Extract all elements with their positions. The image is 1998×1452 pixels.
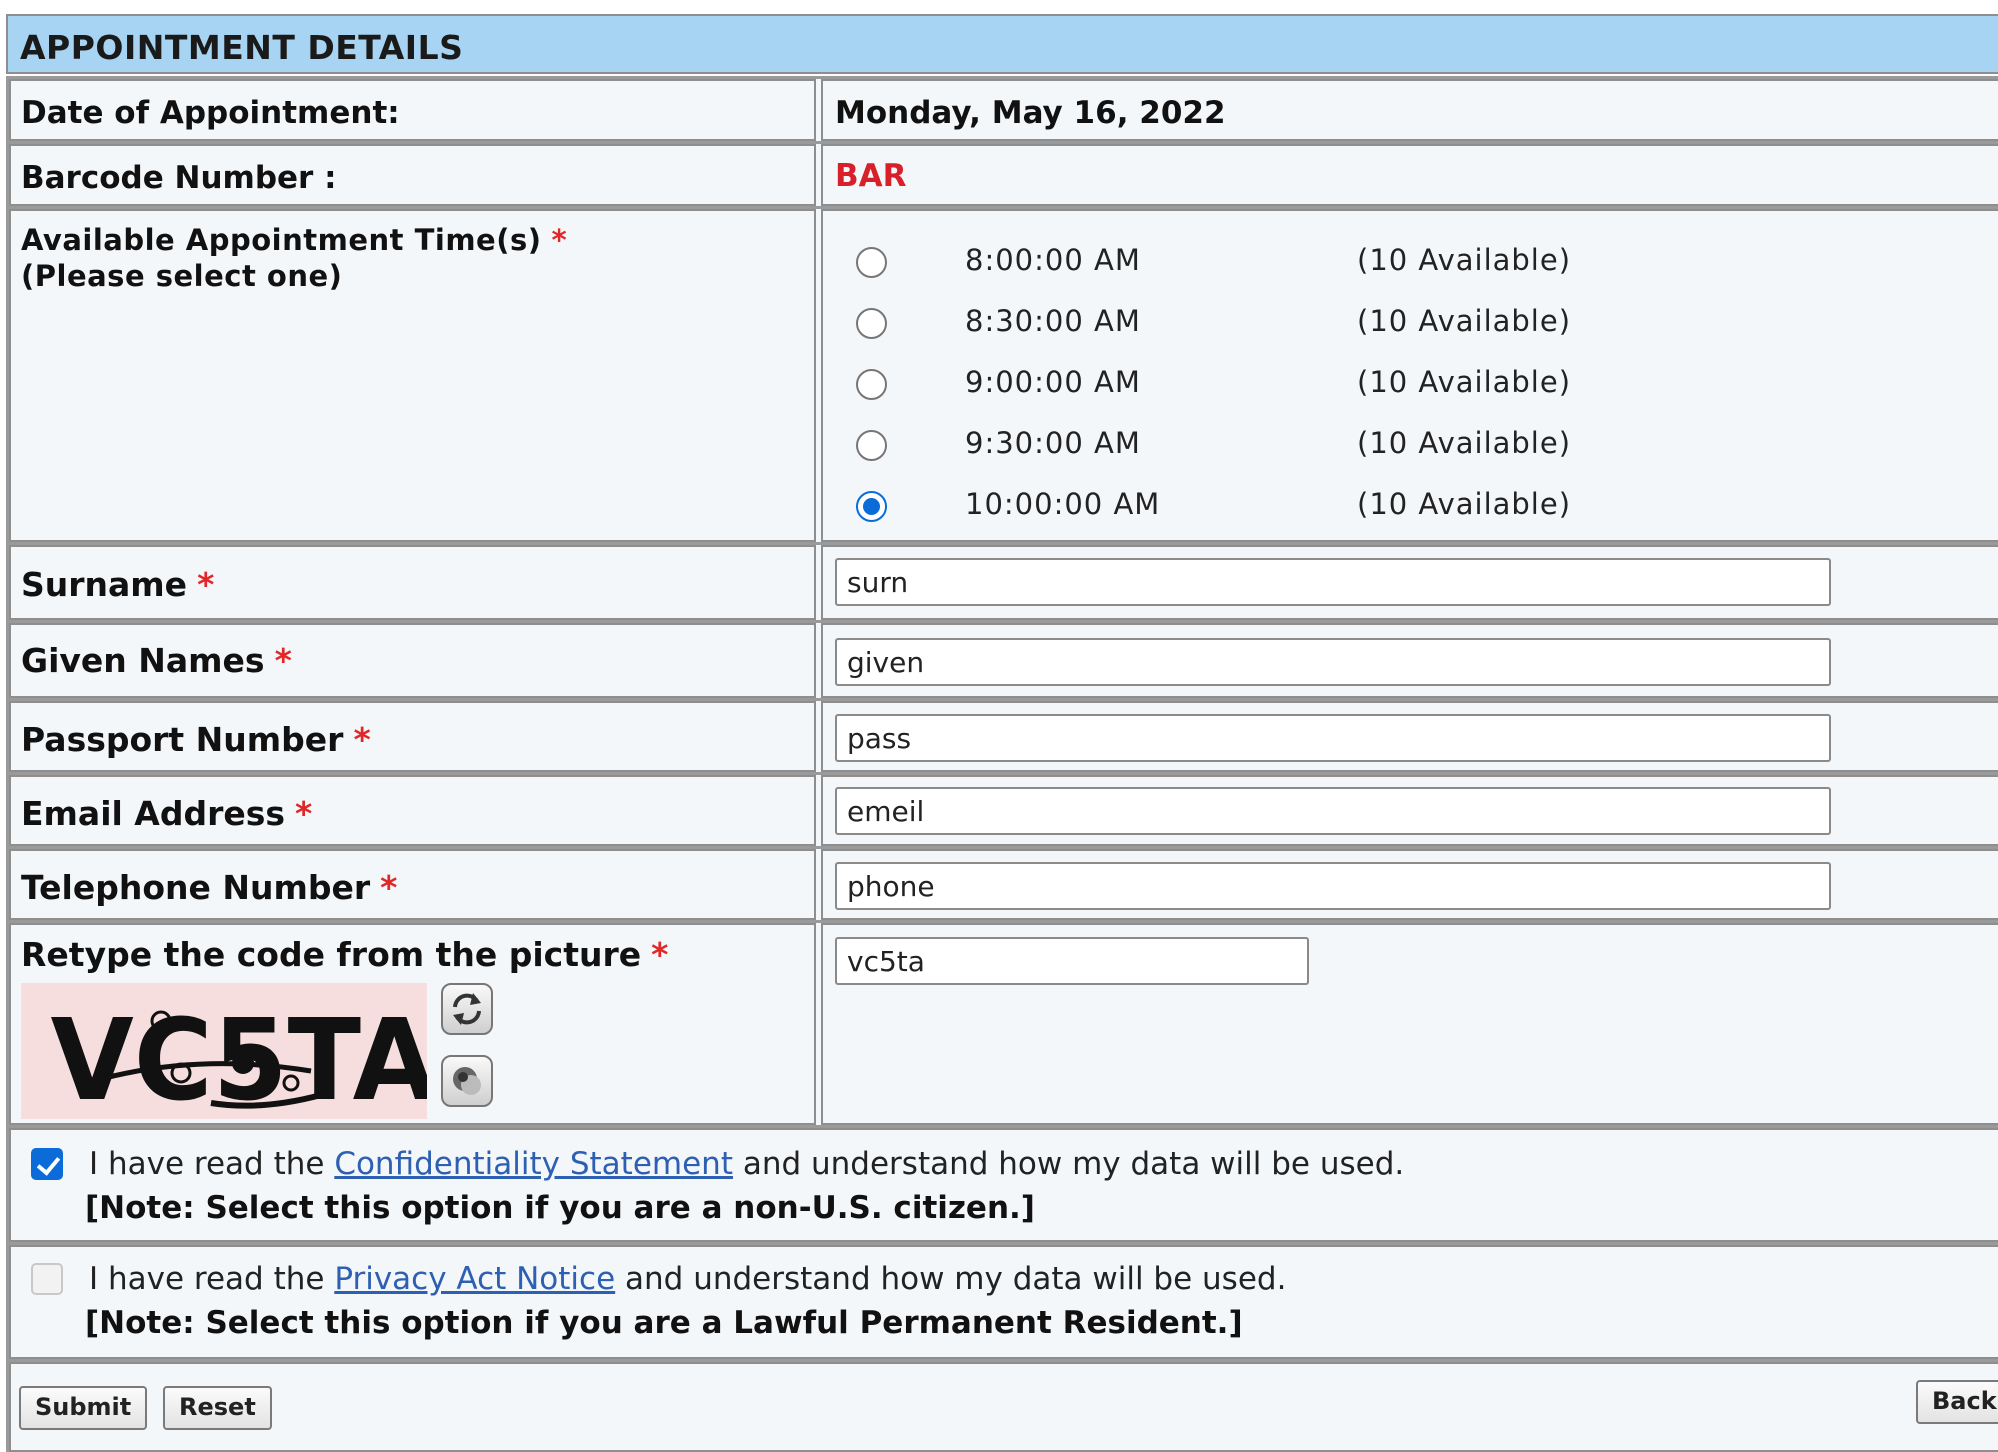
captcha-row: Retype the code from the picture * VC5TA	[6, 920, 1998, 1126]
given-names-label: Given Names *	[21, 641, 292, 680]
time-slot-radio[interactable]	[856, 369, 887, 400]
captcha-image-graphic: VC5TA	[51, 996, 436, 1126]
privacy-checkbox[interactable]	[31, 1263, 63, 1295]
privacy-row: I have read the Privacy Act Notice and u…	[6, 1242, 1998, 1359]
refresh-captcha-icon[interactable]	[441, 983, 493, 1035]
barcode-label: Barcode Number :	[21, 160, 337, 196]
barcode-row: Barcode Number : BAR	[6, 141, 1998, 206]
date-row: Date of Appointment: Monday, May 16, 202…	[6, 76, 1998, 141]
times-sublabel: (Please select one)	[21, 259, 343, 293]
section-title: APPOINTMENT DETAILS	[20, 28, 464, 67]
time-slot[interactable]: 10:00:00 AM (10 Available)	[823, 485, 1723, 541]
audio-captcha-icon[interactable]	[441, 1055, 493, 1107]
privacy-act-link[interactable]: Privacy Act Notice	[334, 1261, 615, 1297]
surname-input[interactable]	[835, 558, 1831, 606]
barcode-value: BAR	[835, 158, 907, 194]
passport-input[interactable]	[835, 714, 1831, 762]
telephone-label: Telephone Number *	[21, 868, 398, 907]
surname-label: Surname *	[21, 565, 215, 604]
email-row: Email Address *	[6, 772, 1998, 846]
submit-button[interactable]: Submit	[19, 1386, 148, 1430]
email-input[interactable]	[835, 787, 1831, 835]
confidentiality-text: I have read the Confidentiality Statemen…	[89, 1146, 1405, 1182]
time-slot[interactable]: 8:00:00 AM (10 Available)	[823, 241, 1723, 297]
required-mark: *	[651, 935, 669, 974]
appointment-form: APPOINTMENT DETAILS Date of Appointment:…	[0, 0, 1998, 1452]
captcha-input[interactable]	[835, 937, 1309, 985]
time-slot-availability: (10 Available)	[1357, 365, 1572, 399]
passport-row: Passport Number *	[6, 698, 1998, 772]
date-label: Date of Appointment:	[21, 95, 400, 131]
section-header: APPOINTMENT DETAILS	[6, 14, 1998, 74]
back-button[interactable]: Back	[1916, 1380, 1998, 1424]
time-slot-availability: (10 Available)	[1357, 304, 1572, 338]
times-label: Available Appointment Time(s) *	[21, 223, 568, 257]
reset-button[interactable]: Reset	[163, 1386, 272, 1430]
time-slot-time: 10:00:00 AM	[965, 487, 1161, 521]
telephone-input[interactable]	[835, 862, 1831, 910]
given-names-input[interactable]	[835, 638, 1831, 686]
time-slot-radio[interactable]	[856, 430, 887, 461]
given-names-row: Given Names *	[6, 620, 1998, 698]
required-mark: *	[353, 720, 371, 759]
confidentiality-checkbox[interactable]	[31, 1148, 63, 1180]
buttons-row: Submit Reset Back	[6, 1359, 1998, 1452]
time-slot-time: 8:30:00 AM	[965, 304, 1141, 338]
confidentiality-note: [Note: Select this option if you are a n…	[85, 1190, 1035, 1226]
privacy-note: [Note: Select this option if you are a L…	[85, 1305, 1243, 1341]
captcha-image: VC5TA	[21, 983, 436, 1126]
required-mark: *	[551, 223, 568, 257]
time-slot-availability: (10 Available)	[1357, 243, 1572, 277]
surname-row: Surname *	[6, 542, 1998, 620]
email-label: Email Address *	[21, 794, 313, 833]
confidentiality-row: I have read the Confidentiality Statemen…	[6, 1125, 1998, 1242]
confidentiality-link[interactable]: Confidentiality Statement	[334, 1146, 733, 1182]
time-slot[interactable]: 9:00:00 AM (10 Available)	[823, 363, 1723, 419]
time-slot[interactable]: 8:30:00 AM (10 Available)	[823, 302, 1723, 358]
time-slot-time: 9:30:00 AM	[965, 426, 1141, 460]
privacy-text: I have read the Privacy Act Notice and u…	[89, 1261, 1287, 1297]
time-slot-time: 8:00:00 AM	[965, 243, 1141, 277]
times-row: Available Appointment Time(s) * (Please s…	[6, 206, 1998, 542]
required-mark: *	[380, 868, 398, 907]
time-slot-availability: (10 Available)	[1357, 487, 1572, 521]
telephone-row: Telephone Number *	[6, 846, 1998, 920]
time-slot-radio[interactable]	[856, 247, 887, 278]
date-value: Monday, May 16, 2022	[835, 95, 1226, 131]
required-mark: *	[274, 641, 292, 680]
time-slot[interactable]: 9:30:00 AM (10 Available)	[823, 424, 1723, 480]
required-mark: *	[197, 565, 215, 604]
required-mark: *	[295, 794, 313, 833]
passport-label: Passport Number *	[21, 720, 371, 759]
captcha-label: Retype the code from the picture *	[21, 935, 669, 974]
time-slot-time: 9:00:00 AM	[965, 365, 1141, 399]
time-slot-radio[interactable]	[856, 308, 887, 339]
time-slot-availability: (10 Available)	[1357, 426, 1572, 460]
time-slot-radio[interactable]	[856, 491, 887, 522]
